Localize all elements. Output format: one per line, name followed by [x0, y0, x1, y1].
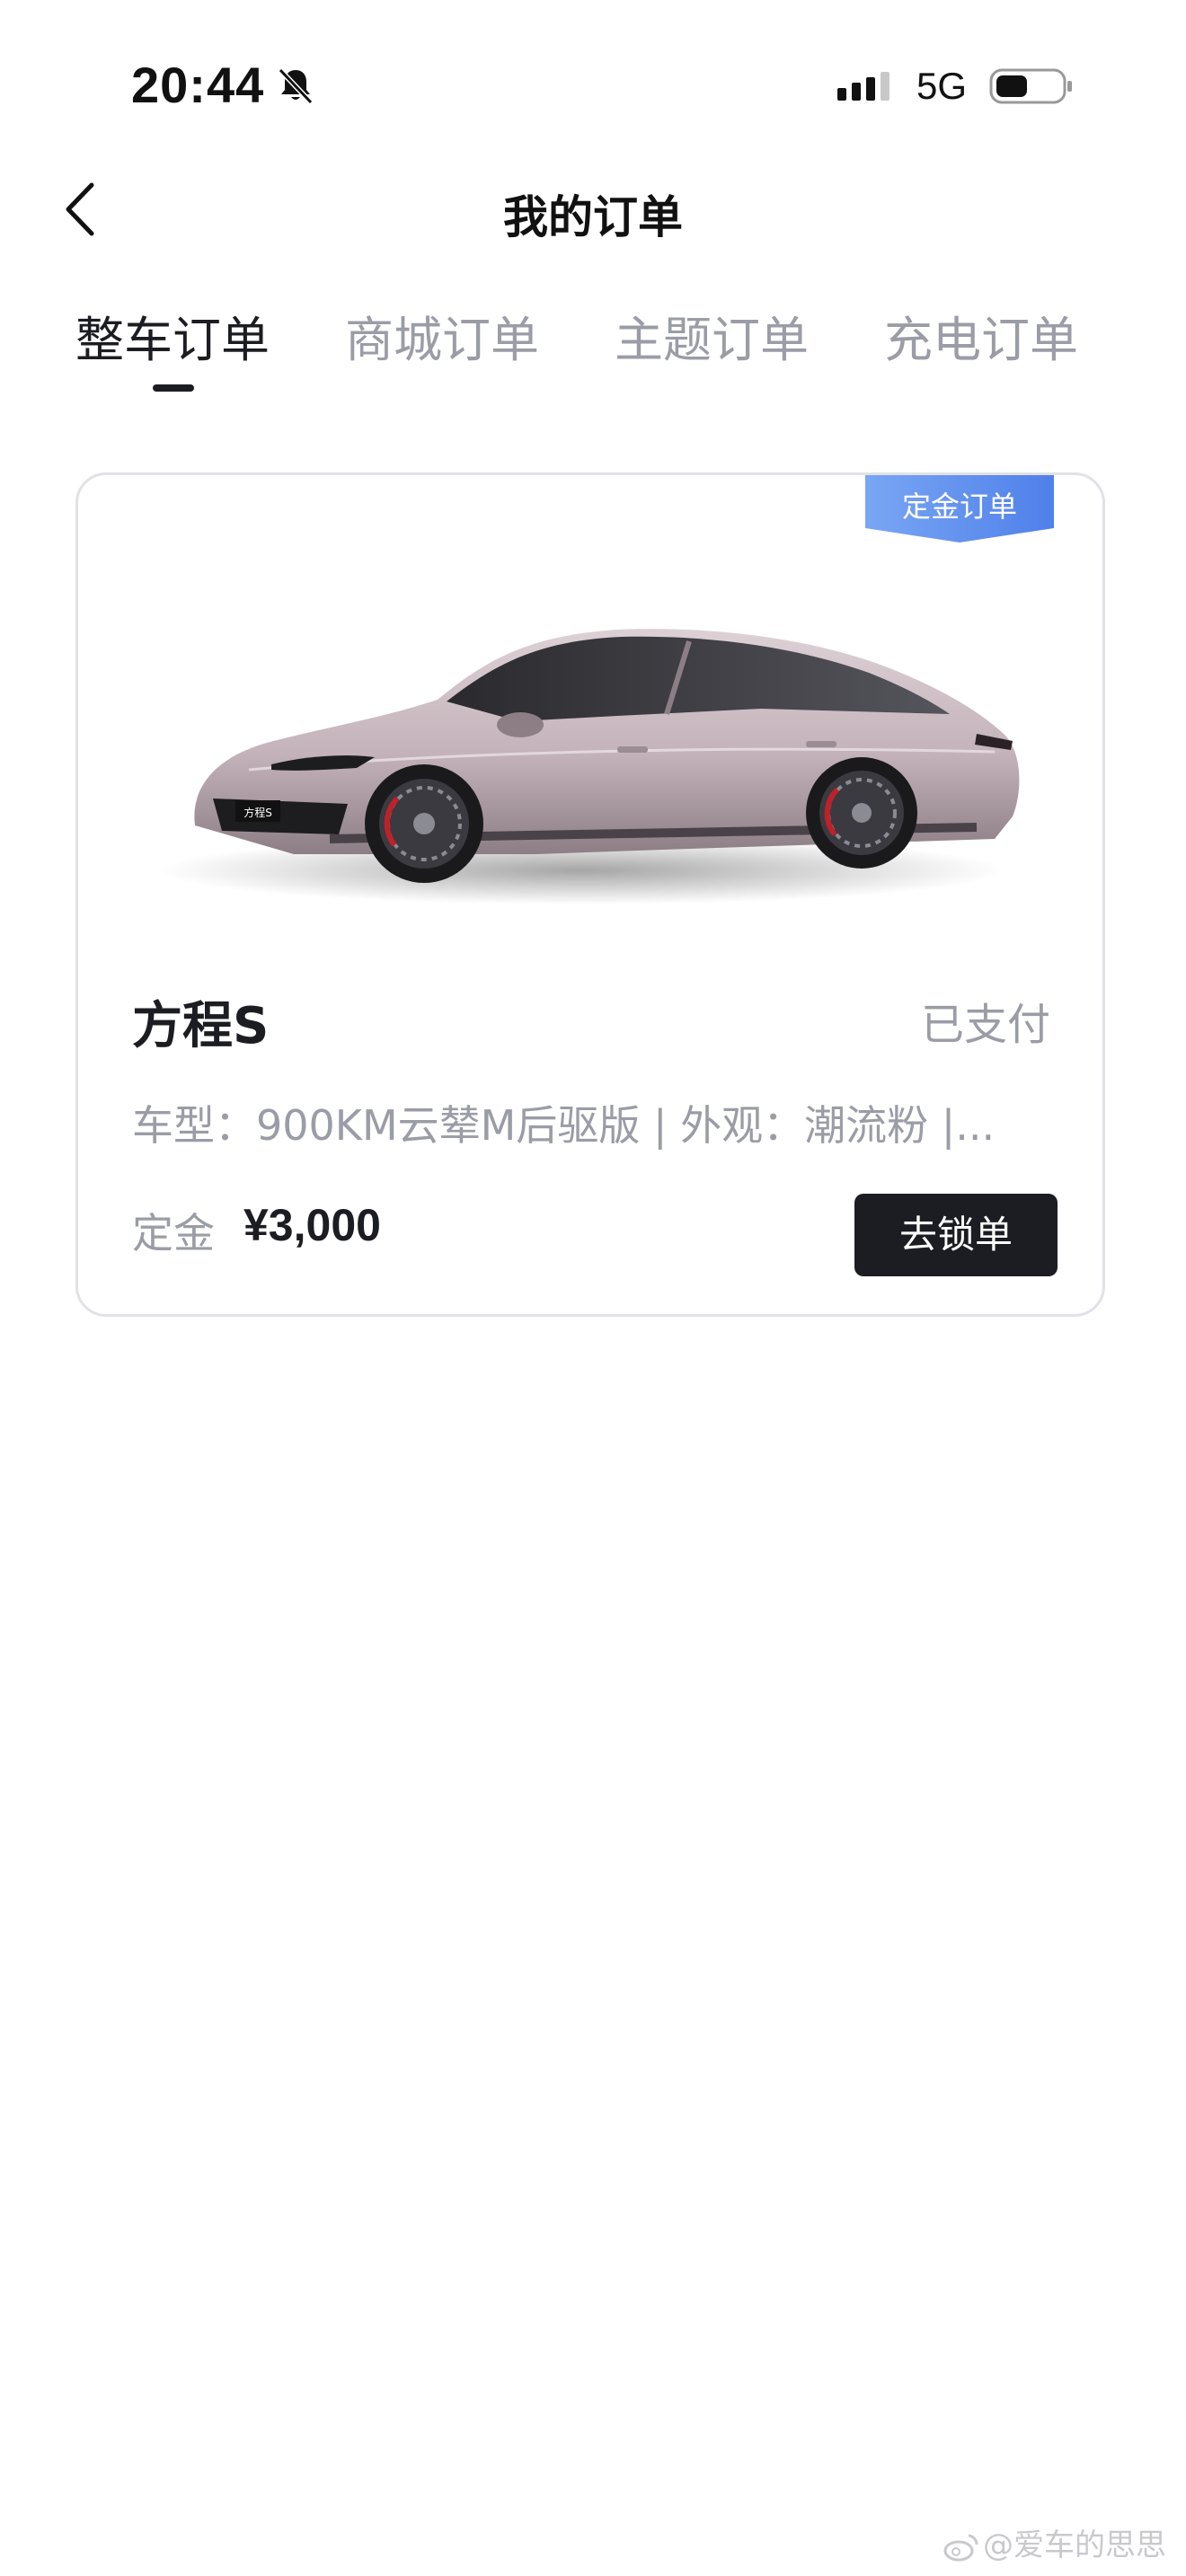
order-card[interactable]: 定金订单 方程S 方程S 已支付 车型：900KM云辇M后驱版 | 外观：潮流粉…: [75, 472, 1105, 1317]
bell-muted-icon: [278, 67, 314, 105]
order-tabs: 整车订单 商城订单 主题订单 充电订单: [0, 284, 1186, 401]
active-tab-indicator: [153, 384, 194, 392]
deposit-label: 定金: [132, 1209, 215, 1257]
car-image: 方程S: [159, 629, 1020, 904]
signal-icon: [837, 72, 890, 101]
page-title: 我的订单: [503, 191, 683, 243]
payment-status: 已支付: [920, 1000, 1050, 1050]
deposit-amount: ¥3,000: [243, 1200, 381, 1250]
weibo-icon: [943, 2534, 978, 2561]
lock-order-button[interactable]: 去锁单: [854, 1194, 1058, 1276]
car-name: 方程S: [132, 997, 270, 1055]
status-time: 20:44: [131, 57, 265, 113]
nav-bar: 我的订单: [0, 162, 1186, 260]
car-spec: 车型：900KM云辇M后驱版 | 外观：潮流粉 |...: [132, 1101, 996, 1150]
status-bar: 20:44 5G: [0, 0, 1186, 162]
order-type-badge-label: 定金订单: [901, 490, 1017, 524]
tab-vehicle-orders[interactable]: 整车订单: [75, 300, 270, 371]
tab-theme-orders[interactable]: 主题订单: [615, 300, 809, 371]
tab-mall-orders[interactable]: 商城订单: [345, 300, 539, 371]
plate-text: 方程S: [243, 806, 272, 819]
watermark: @爱车的思思: [943, 2520, 1166, 2564]
tab-charging-orders[interactable]: 充电订单: [884, 300, 1078, 371]
network-label: 5G: [916, 65, 968, 107]
watermark-text: @爱车的思思: [983, 2527, 1166, 2563]
battery-icon: [989, 68, 1072, 104]
